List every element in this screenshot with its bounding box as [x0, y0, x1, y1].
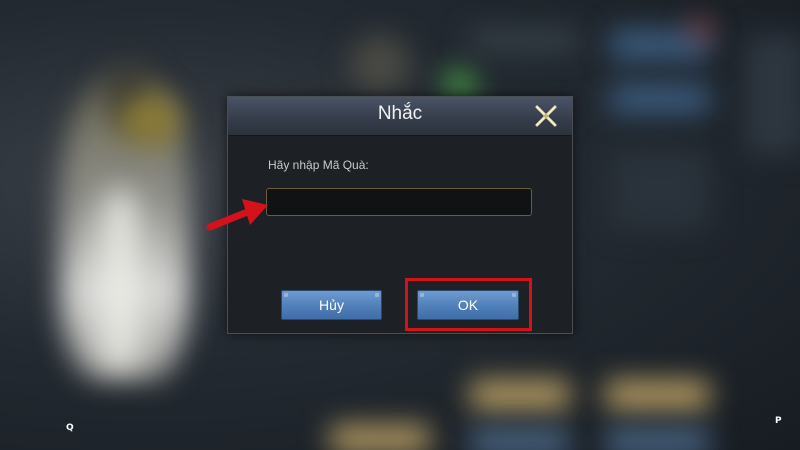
button-rivet [375, 293, 379, 297]
menu-button-blurred [610, 85, 710, 113]
ok-highlight-box [405, 278, 532, 331]
dialog-title: Nhắc [377, 103, 423, 124]
character-ornament [120, 95, 180, 145]
action-button-blurred [330, 425, 430, 450]
gift-code-input[interactable] [266, 188, 532, 216]
button-rivet [284, 293, 288, 297]
dialog-header: Nhắc [228, 97, 572, 136]
close-x-icon[interactable] [534, 104, 558, 128]
top-bar-blurred [470, 30, 580, 50]
hotkey-hint-p: P [775, 416, 782, 426]
notification-icon [690, 20, 710, 40]
action-button-blurred [470, 380, 570, 410]
gift-code-label: Hãy nhập Mã Quà: [268, 158, 369, 172]
portrait-avatar [350, 35, 410, 95]
action-button-blurred [605, 430, 710, 450]
side-panel-blurred [745, 35, 800, 155]
action-button-blurred [470, 430, 570, 450]
cancel-button-label: Hủy [319, 297, 344, 313]
action-button-blurred [605, 380, 710, 410]
cancel-button[interactable]: Hủy [281, 290, 382, 320]
hotkey-hint-q: Q [66, 423, 74, 433]
character-robe [100, 190, 140, 370]
red-arrow-icon [206, 199, 268, 231]
info-panel-blurred [610, 150, 710, 230]
